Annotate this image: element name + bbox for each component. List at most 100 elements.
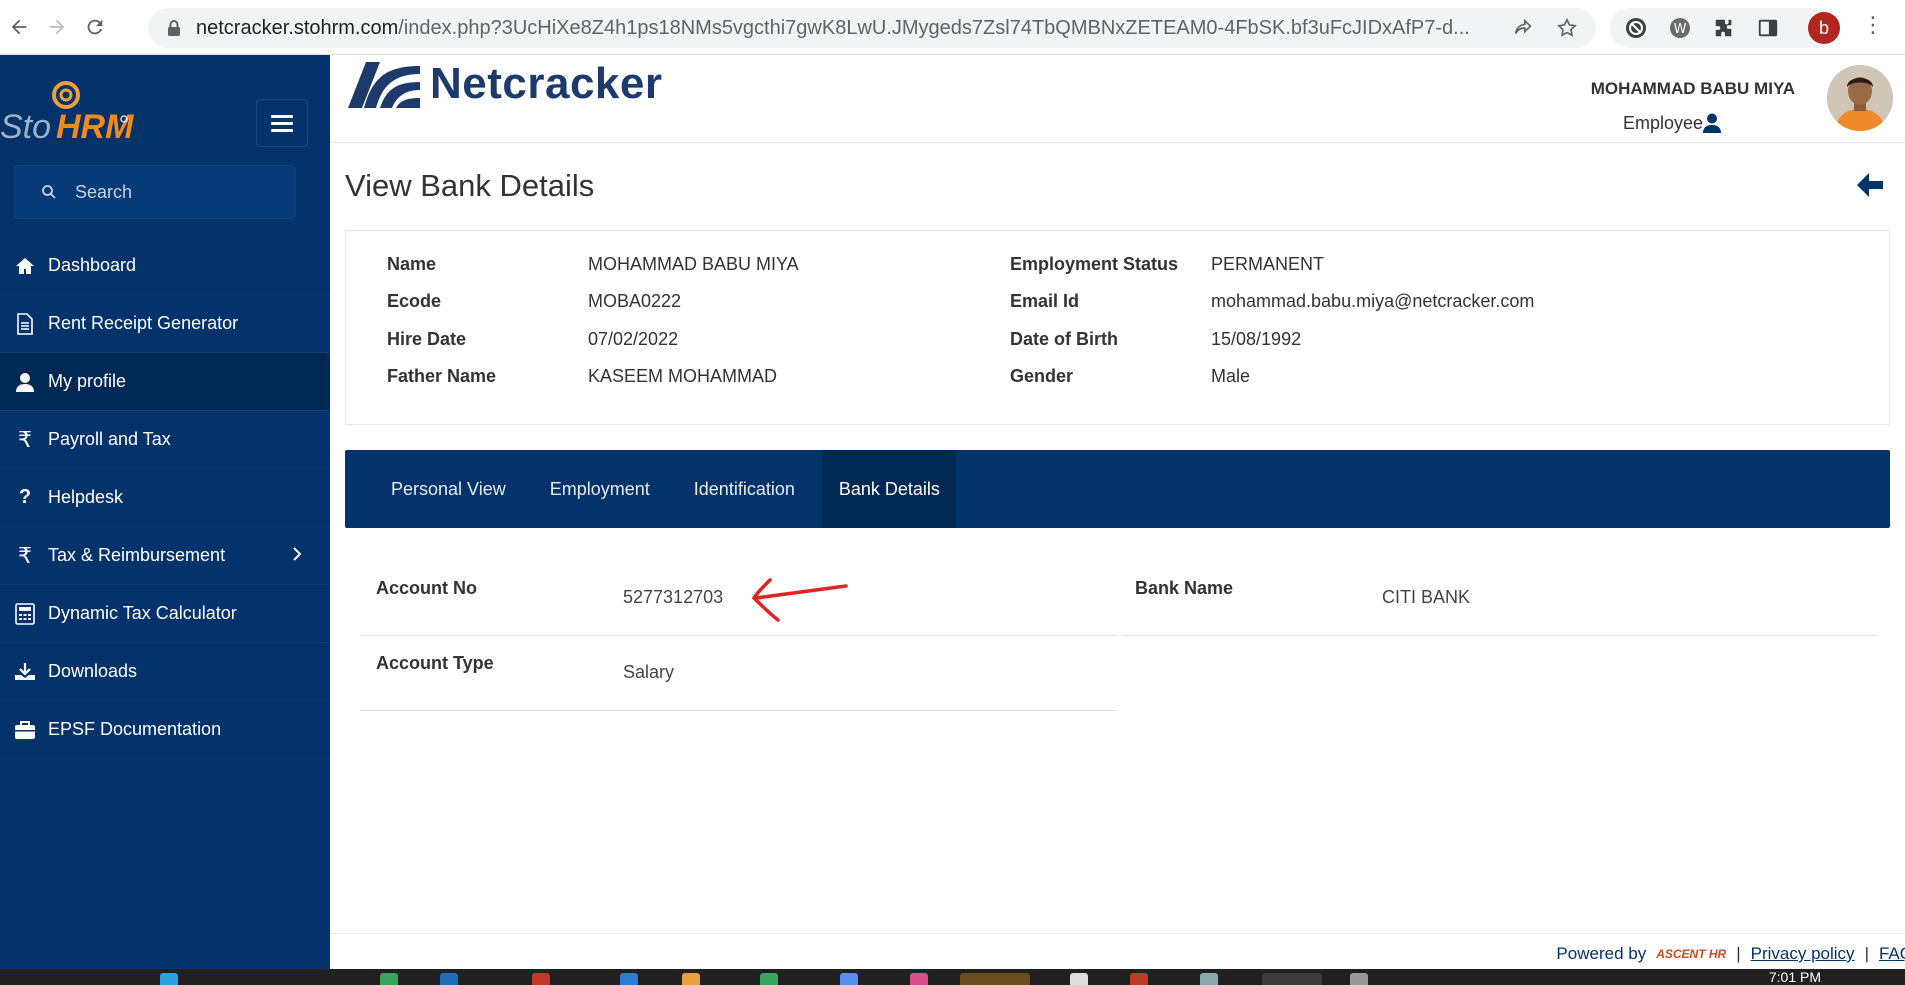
powered-by-label: Powered by	[1556, 944, 1647, 963]
taskbar-app-icon[interactable]	[760, 973, 778, 985]
sidebar-item-tax-reimbursement[interactable]: ₹ Tax & Reimbursement	[0, 527, 330, 585]
question-icon: ?	[18, 486, 32, 508]
row-divider	[1122, 635, 1877, 636]
taskbar-app-icon[interactable]	[620, 973, 638, 985]
account-no-label: Account No	[376, 578, 477, 598]
search-icon	[42, 185, 56, 199]
sidebar-item-helpdesk[interactable]: ? Helpdesk	[0, 469, 330, 527]
sidebar-item-label: Helpdesk	[48, 487, 124, 507]
father-name-label: Father Name	[387, 366, 497, 386]
father-name-value: KASEEM MOHAMMAD	[588, 366, 778, 386]
red-arrow-annotation	[751, 578, 848, 622]
lock-icon	[168, 20, 180, 36]
taskbar-app-icon[interactable]	[910, 973, 928, 985]
download-icon	[14, 661, 36, 683]
employment-status-value: PERMANENT	[1211, 254, 1325, 274]
footer-separator: |	[1864, 944, 1869, 963]
taskbar-app-icon[interactable]	[532, 973, 550, 985]
top-header: Netcracker MOHAMMAD BABU MIYA Employee	[330, 55, 1905, 143]
side-panel-icon[interactable]	[1756, 16, 1780, 40]
hamburger-icon	[271, 114, 293, 118]
header-user-name: MOHAMMAD BABU MIYA	[1590, 79, 1795, 98]
sidebar-item-dashboard[interactable]: Dashboard	[0, 237, 330, 295]
back-button[interactable]	[4, 12, 34, 42]
sidebar: Sto HRM Search Dashboard Rent Receipt Ge…	[0, 55, 330, 969]
stohrm-logo[interactable]: Sto HRM	[0, 79, 140, 149]
sidebar-item-label: Dashboard	[48, 255, 137, 275]
user-role-icon[interactable]	[1703, 113, 1721, 133]
row-divider	[360, 710, 1117, 711]
bookmark-star-icon[interactable]	[1556, 17, 1578, 39]
account-type-value: Salary	[623, 662, 675, 682]
page-footer: Powered by ASCENT HR | Privacy policy | …	[330, 933, 1905, 969]
faq-link[interactable]: FAQ	[1879, 944, 1905, 964]
address-bar[interactable]: netcracker.stohrm.com /index.php?3UcHiXe…	[148, 8, 1596, 48]
gender-value: Male	[1211, 366, 1251, 386]
ecode-label: Ecode	[387, 291, 442, 311]
tab-identification[interactable]: Identification	[678, 450, 811, 528]
sidebar-item-epsf[interactable]: EPSF Documentation	[0, 701, 330, 759]
extension-w-icon[interactable]: W	[1668, 16, 1692, 40]
sidebar-search-input[interactable]: Search	[14, 165, 296, 219]
taskbar-clock: 7:01 PM	[1768, 969, 1821, 985]
sidebar-item-tax-calculator[interactable]: Dynamic Tax Calculator	[0, 585, 330, 643]
dob-value: 15/08/1992	[1211, 329, 1302, 349]
sidebar-item-my-profile[interactable]: My profile	[0, 353, 330, 411]
home-icon	[14, 255, 36, 277]
tab-employment[interactable]: Employment	[534, 450, 666, 528]
name-label: Name	[387, 254, 437, 274]
name-value: MOHAMMAD BABU MIYA	[588, 254, 799, 274]
bank-name-label: Bank Name	[1135, 578, 1234, 598]
browser-toolbar: netcracker.stohrm.com /index.php?3UcHiXe…	[0, 0, 1905, 55]
taskbar-app-icon[interactable]	[682, 973, 700, 985]
browser-profile-avatar[interactable]: b	[1808, 12, 1840, 44]
forward-button[interactable]	[42, 12, 72, 42]
row-divider	[360, 635, 1117, 636]
taskbar-app-icon[interactable]	[380, 973, 398, 985]
reload-button[interactable]	[80, 12, 110, 42]
email-value: mohammad.babu.miya@netcracker.com	[1211, 291, 1535, 311]
hamburger-menu-button[interactable]	[256, 99, 308, 147]
tab-bank-details[interactable]: Bank Details	[822, 450, 956, 528]
sidebar-item-payroll[interactable]: ₹ Payroll and Tax	[0, 411, 330, 469]
url-path: /index.php?3UcHiXe8Z4h1ps18NMs5vgcthi7gw…	[398, 16, 1470, 39]
os-taskbar: 7:01 PM	[0, 969, 1905, 985]
extension-blocker-icon[interactable]	[1624, 16, 1648, 40]
netcracker-logo[interactable]: Netcracker	[346, 58, 663, 110]
arrow-left-icon	[11, 19, 27, 35]
taskbar-app-icon[interactable]	[840, 973, 858, 985]
netcracker-logo-mark	[348, 62, 420, 108]
taskbar-app-icon[interactable]	[1350, 973, 1368, 985]
taskbar-app-icon[interactable]	[1070, 973, 1088, 985]
extensions-bar: W	[1610, 8, 1838, 48]
svg-text:W: W	[1674, 22, 1687, 37]
url-host: netcracker.stohrm.com	[196, 16, 399, 39]
sidebar-item-rent-receipt[interactable]: Rent Receipt Generator	[0, 295, 330, 353]
sidebar-item-label: Dynamic Tax Calculator	[48, 603, 237, 623]
puzzle-extensions-icon[interactable]	[1712, 16, 1736, 40]
taskbar-app-icon[interactable]	[160, 973, 178, 985]
tab-personal-view[interactable]: Personal View	[375, 450, 522, 528]
sidebar-item-label: Payroll and Tax	[48, 429, 171, 449]
kebab-menu-icon[interactable]: ⋮	[1862, 12, 1884, 38]
footer-separator: |	[1736, 944, 1741, 963]
user-avatar[interactable]	[1827, 65, 1893, 131]
ascent-hr-logo: ASCENT HR	[1656, 947, 1727, 961]
page-title: View Bank Details	[345, 168, 595, 203]
sidebar-item-downloads[interactable]: Downloads	[0, 643, 330, 701]
share-icon[interactable]	[1512, 17, 1534, 39]
user-icon	[14, 371, 36, 393]
email-label: Email Id	[1010, 291, 1080, 311]
taskbar-app-icon[interactable]	[960, 973, 1030, 985]
hire-date-value: 07/02/2022	[588, 329, 679, 349]
taskbar-app-icon[interactable]	[1130, 973, 1148, 985]
taskbar-app-icon[interactable]	[1262, 973, 1322, 985]
privacy-policy-link[interactable]: Privacy policy	[1751, 944, 1855, 964]
back-arrow-icon[interactable]	[1856, 172, 1884, 198]
svg-text:Sto: Sto	[0, 108, 51, 146]
employee-summary-card: Name MOHAMMAD BABU MIYA Ecode MOBA0222 H…	[345, 230, 1890, 425]
rupee-icon: ₹	[18, 542, 32, 568]
taskbar-app-icon[interactable]	[1200, 973, 1218, 985]
taskbar-app-icon[interactable]	[440, 973, 458, 985]
account-type-label: Account Type	[376, 653, 494, 673]
